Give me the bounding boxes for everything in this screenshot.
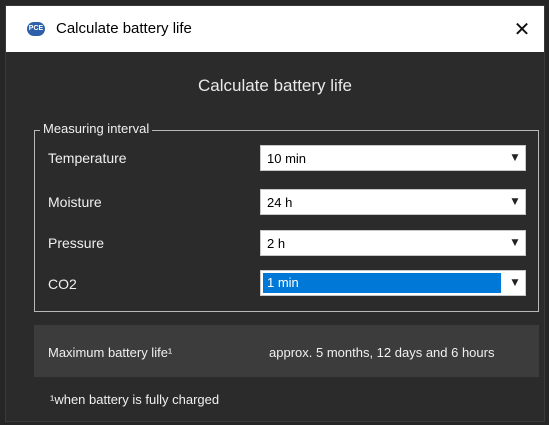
- chevron-down-icon[interactable]: ▼: [505, 146, 525, 170]
- co2-select[interactable]: 1 min ▼: [260, 270, 526, 296]
- close-icon: ✕: [513, 17, 531, 41]
- title-bar[interactable]: PCE Calculate battery life ✕: [6, 6, 544, 52]
- co2-select-value: 1 min: [267, 275, 299, 290]
- temperature-label: Temperature: [48, 150, 127, 166]
- app-logo-icon: PCE: [27, 22, 45, 36]
- footnote: ¹when battery is fully charged: [50, 392, 220, 407]
- chevron-down-icon[interactable]: ▼: [505, 190, 525, 214]
- window-title: Calculate battery life: [56, 20, 192, 37]
- battery-life-result-panel: Maximum battery life¹ approx. 5 months, …: [34, 325, 539, 377]
- max-battery-life-value: approx. 5 months, 12 days and 6 hours: [269, 345, 495, 360]
- close-button[interactable]: ✕: [500, 6, 544, 52]
- measuring-interval-legend: Measuring interval: [40, 121, 153, 136]
- moisture-select-value: 24 h: [267, 195, 293, 210]
- chevron-down-icon[interactable]: ▼: [505, 271, 525, 295]
- chevron-down-icon[interactable]: ▼: [505, 231, 525, 255]
- temperature-select-value: 10 min: [267, 151, 307, 166]
- moisture-select[interactable]: 24 h ▼: [260, 189, 526, 215]
- calculate-battery-life-dialog: PCE Calculate battery life ✕ Calculate b…: [5, 5, 545, 422]
- co2-label: CO2: [48, 276, 77, 292]
- moisture-label: Moisture: [48, 194, 102, 210]
- temperature-select[interactable]: 10 min ▼: [260, 145, 526, 171]
- dialog-heading: Calculate battery life: [197, 76, 353, 95]
- pressure-select-value: 2 h: [267, 236, 286, 251]
- pressure-select[interactable]: 2 h ▼: [260, 230, 526, 256]
- max-battery-life-label: Maximum battery life¹: [48, 345, 173, 360]
- pressure-label: Pressure: [48, 235, 105, 251]
